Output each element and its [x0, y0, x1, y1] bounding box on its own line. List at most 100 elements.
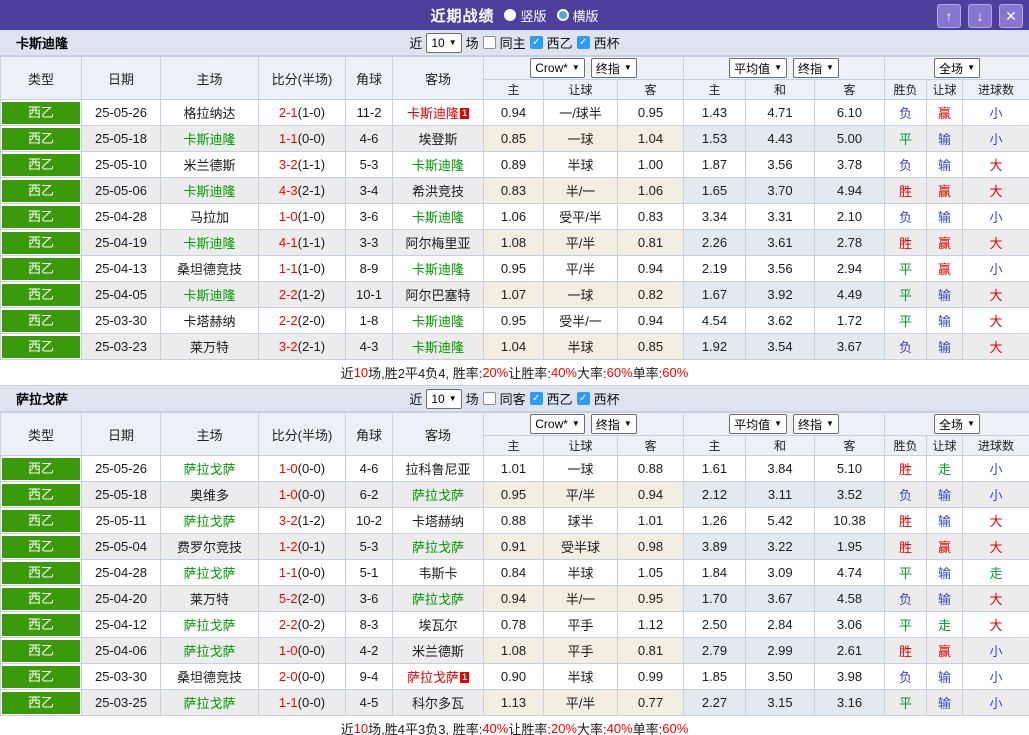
odds-source-select[interactable]: Crow* ▼	[530, 58, 585, 78]
avg-final-select[interactable]: 终指 ▼	[793, 58, 839, 78]
radio-horizontal-label: 横版	[572, 8, 599, 24]
away-odds: 0.95	[617, 585, 684, 612]
same-venue-checkbox[interactable]	[482, 392, 496, 405]
summary-text: 40%	[482, 721, 509, 735]
same-venue-checkbox[interactable]	[482, 36, 496, 49]
avg-home-odds: 1.61	[683, 455, 746, 482]
close-icon: ✕	[1005, 7, 1017, 24]
home-odds: 1.13	[483, 689, 544, 716]
scroll-down-button[interactable]: ↓	[968, 4, 992, 28]
match-row: 西乙 25-04-13 桑坦德竞技 1-1(1-0) 8-9 卡斯迪隆 0.95 平/半 0.9…	[0, 255, 1029, 282]
cup-checkbox[interactable]: ✓	[576, 392, 590, 405]
away-odds: 0.95	[617, 99, 684, 126]
goals-result: 大	[962, 151, 1029, 178]
corners: 3-4	[345, 177, 393, 204]
avg-select[interactable]: 平均值 ▼	[729, 58, 787, 78]
avg-select[interactable]: 平均值 ▼	[729, 414, 787, 434]
home-odds: 0.84	[483, 559, 544, 586]
fulltime-score: 4-3	[278, 183, 298, 198]
away-team: 卡塔赫纳	[392, 507, 484, 534]
result: 负	[884, 203, 928, 230]
fulltime-select[interactable]: 全场 ▼	[934, 414, 980, 434]
down-arrow-icon: ↓	[976, 8, 984, 24]
fulltime-select[interactable]: 全场 ▼	[934, 58, 980, 78]
goals-result: 大	[962, 585, 1029, 612]
fulltime-score: 1-1	[278, 695, 298, 710]
home-team: 米兰德斯	[160, 151, 259, 178]
radio-vertical[interactable]: 竖版	[504, 6, 547, 25]
avg-away-odds: 3.98	[813, 663, 886, 690]
radio-selected-icon	[504, 9, 517, 21]
home-team: 奥维多	[160, 481, 259, 508]
match-date: 25-05-18	[81, 125, 161, 152]
match-count-select[interactable]: 10 ▼	[426, 388, 462, 409]
result: 平	[884, 689, 928, 716]
result-value: 大	[989, 592, 1003, 607]
result-value: 赢	[938, 106, 952, 121]
corners: 5-1	[345, 559, 393, 586]
score: 1-0(1-0)	[258, 203, 346, 230]
result-value: 输	[938, 514, 952, 529]
result-value: 负	[899, 106, 913, 121]
match-count-select[interactable]: 10 ▼	[426, 32, 462, 53]
result: 负	[884, 585, 928, 612]
handicap: 受半/一	[543, 307, 618, 334]
home-team: 莱万特	[160, 333, 259, 360]
result-value: 赢	[938, 184, 952, 199]
fulltime-value: 全场	[939, 417, 964, 432]
halftime-score: (0-0)	[297, 461, 326, 476]
close-button[interactable]: ✕	[999, 4, 1023, 28]
away-odds: 0.99	[617, 663, 684, 690]
handicap-result: 输	[926, 689, 964, 716]
result-value: 赢	[938, 236, 952, 251]
away-team: 萨拉戈萨	[392, 585, 484, 612]
odds-source-select[interactable]: Crow* ▼	[530, 414, 585, 434]
avg-draw-odds: 3.09	[745, 559, 815, 586]
avg-draw-odds: 3.70	[745, 177, 815, 204]
away-odds: 1.05	[617, 559, 684, 586]
fulltime-score: 1-0	[278, 487, 298, 502]
result-value: 赢	[938, 644, 952, 659]
league-badge: 西乙	[2, 509, 80, 532]
avg-home-odds: 2.50	[683, 611, 746, 638]
goals-result: 小	[962, 99, 1029, 126]
summary-text: 让胜率:	[508, 366, 551, 381]
col-home: 主场	[160, 56, 259, 100]
league-cell: 西乙	[0, 689, 82, 716]
odds-final-select[interactable]: 终指 ▼	[590, 414, 637, 434]
red-card-badge: 1	[460, 108, 470, 119]
home-odds: 1.06	[483, 203, 544, 230]
sub-col-avg-away: 客	[813, 79, 886, 100]
result-value: 输	[938, 210, 952, 225]
corners: 4-5	[345, 689, 393, 716]
scroll-up-button[interactable]: ↑	[937, 4, 961, 28]
radio-horizontal[interactable]: 横版	[556, 6, 599, 25]
goals-result: 大	[962, 177, 1029, 204]
home-odds: 0.88	[483, 507, 544, 534]
odds-final-select[interactable]: 终指 ▼	[590, 58, 637, 78]
league-cell: 西乙	[0, 177, 82, 204]
avg-draw-odds: 3.22	[745, 533, 815, 560]
fulltime-score: 3-2	[278, 513, 298, 528]
col-corner: 角球	[345, 412, 393, 456]
result-value: 大	[989, 158, 1003, 173]
avg-away-odds: 2.78	[813, 229, 886, 256]
away-odds: 1.12	[617, 611, 684, 638]
home-team: 萨拉戈萨	[160, 637, 259, 664]
goals-result: 大	[962, 533, 1029, 560]
odds-source-value: Crow*	[535, 417, 568, 431]
cup-checkbox[interactable]: ✓	[576, 36, 590, 49]
avg-away-odds: 1.95	[813, 533, 886, 560]
match-date: 25-04-28	[81, 203, 161, 230]
handicap-result: 赢	[926, 99, 964, 126]
result-value: 负	[899, 340, 913, 355]
score: 2-2(1-2)	[258, 281, 346, 308]
halftime-score: (0-0)	[297, 565, 326, 580]
summary-text: 20%	[482, 365, 509, 380]
league-checkbox[interactable]: ✓	[529, 36, 543, 49]
result-value: 输	[938, 670, 952, 685]
goals-result: 小	[962, 481, 1029, 508]
away-odds: 0.77	[617, 689, 684, 716]
league-checkbox[interactable]: ✓	[529, 392, 543, 405]
avg-final-select[interactable]: 终指 ▼	[793, 414, 839, 434]
